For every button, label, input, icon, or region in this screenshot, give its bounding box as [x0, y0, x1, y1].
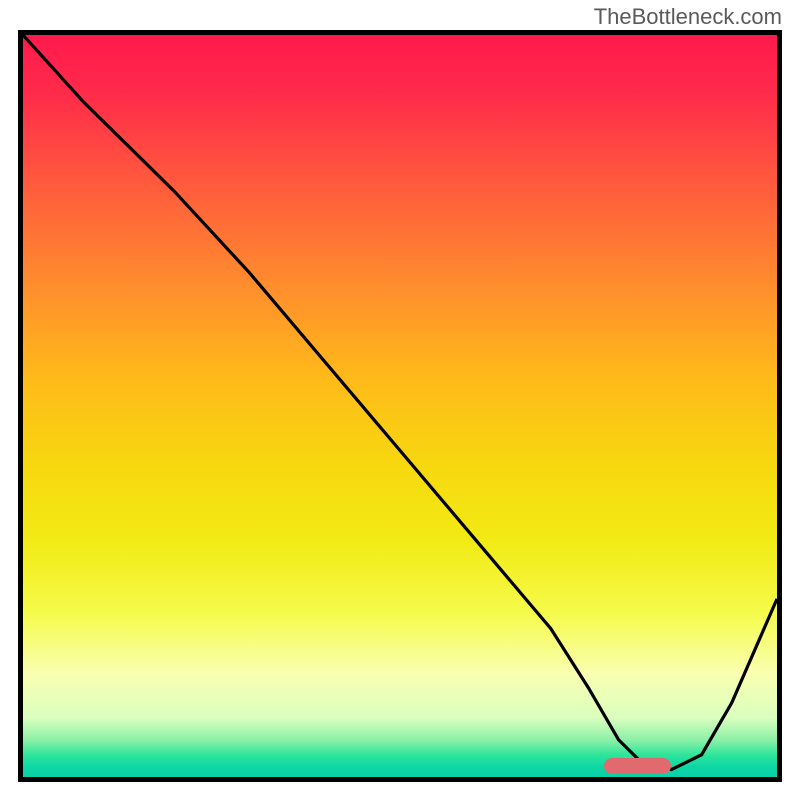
watermark-text: TheBottleneck.com [594, 4, 782, 30]
optimal-range-marker [604, 758, 672, 774]
curve-path [23, 35, 777, 770]
curve-svg [23, 35, 777, 777]
chart-frame [18, 30, 782, 782]
